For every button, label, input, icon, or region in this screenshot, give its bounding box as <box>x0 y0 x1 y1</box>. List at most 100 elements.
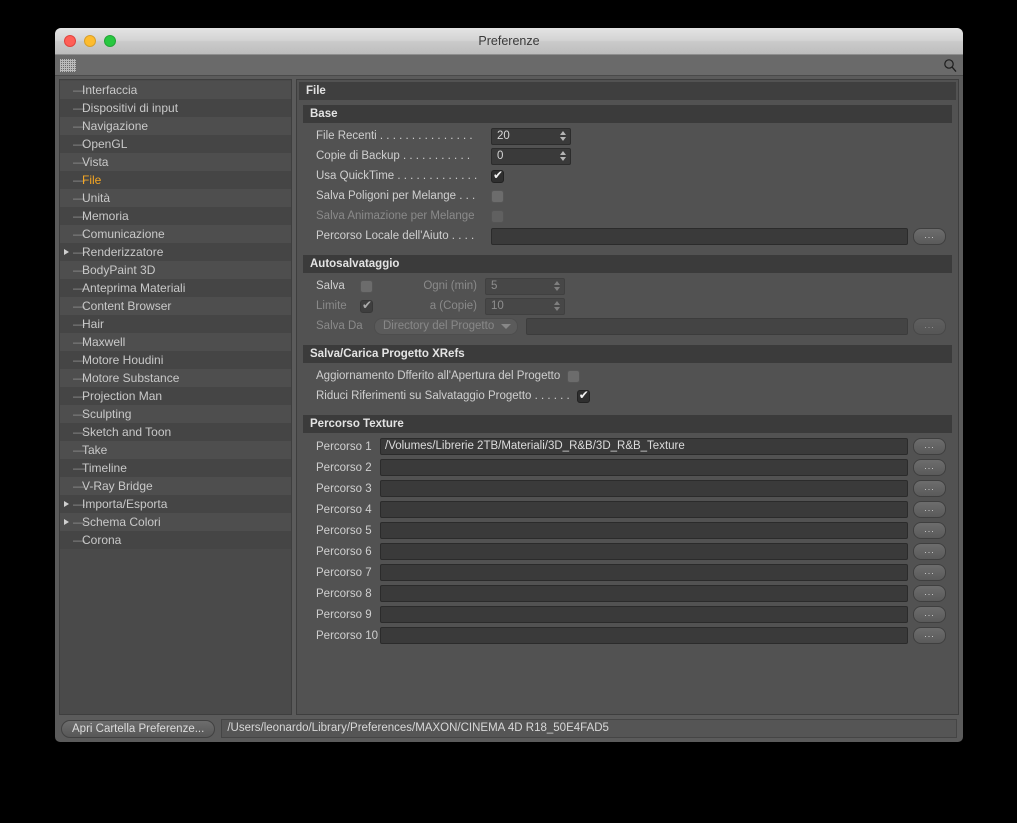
sidebar-item-motore-houdini[interactable]: —Motore Houdini <box>60 351 291 369</box>
drag-grip-handle[interactable] <box>60 59 76 72</box>
number-stepper[interactable]: 10 <box>485 297 565 315</box>
sidebar-item-importa-esporta[interactable]: —Importa/Esporta <box>60 495 291 513</box>
texture-path-input[interactable] <box>380 564 908 581</box>
sidebar-item-maxwell[interactable]: —Maxwell <box>60 333 291 351</box>
sidebar-item-interfaccia[interactable]: —Interfaccia <box>60 81 291 99</box>
expand-arrow-icon[interactable] <box>64 519 69 525</box>
number-stepper[interactable]: 20 <box>491 127 571 145</box>
checkbox-toggle[interactable] <box>491 168 504 183</box>
tree-connector-icon: — <box>73 83 85 97</box>
browse-button[interactable]: ... <box>913 227 946 245</box>
setting-label: Salva Animazione per Melange <box>316 210 475 222</box>
stepper-arrows-icon[interactable] <box>560 130 566 141</box>
sidebar-item-opengl[interactable]: —OpenGL <box>60 135 291 153</box>
settings-groups: Base File Recenti . . . . . . . . . . . .… <box>297 105 958 650</box>
texture-path-row: Percorso 3... <box>303 478 952 499</box>
checkbox-toggle[interactable] <box>491 209 504 223</box>
texture-path-row: Percorso 2... <box>303 457 952 478</box>
texture-path-input[interactable] <box>380 501 908 518</box>
browse-button[interactable]: ... <box>913 543 946 560</box>
sidebar-item-unit[interactable]: —Unità <box>60 189 291 207</box>
texture-path-input[interactable] <box>380 585 908 602</box>
browse-button[interactable]: ... <box>913 459 946 476</box>
search-bar[interactable] <box>55 55 963 76</box>
sidebar-item-renderizzatore[interactable]: —Renderizzatore <box>60 243 291 261</box>
texture-path-input[interactable] <box>380 543 908 560</box>
checkbox-toggle[interactable] <box>576 388 590 403</box>
tree-connector-icon: — <box>73 209 85 223</box>
path-label: Percorso 1 <box>316 440 372 453</box>
browse-button[interactable]: ... <box>913 585 946 602</box>
texture-path-row: Percorso 5... <box>303 520 952 541</box>
sidebar-item-timeline[interactable]: —Timeline <box>60 459 291 477</box>
stepper-value: 20 <box>497 130 510 142</box>
texture-path-input[interactable] <box>380 480 908 497</box>
browse-button[interactable]: ... <box>913 317 946 335</box>
open-preferences-folder-button[interactable]: Apri Cartella Preferenze... <box>61 719 216 738</box>
tree-connector-icon: — <box>73 353 85 367</box>
sidebar-item-take[interactable]: —Take <box>60 441 291 459</box>
checkbox-toggle[interactable] <box>360 279 373 293</box>
browse-button[interactable]: ... <box>913 606 946 623</box>
sidebar-item-bodypaint-3d[interactable]: —BodyPaint 3D <box>60 261 291 279</box>
number-stepper[interactable]: 0 <box>491 147 571 165</box>
tree-connector-icon: — <box>73 425 85 439</box>
texture-path-input[interactable] <box>380 459 908 476</box>
save-location-dropdown[interactable]: Directory del Progetto <box>374 317 519 335</box>
sidebar-item-content-browser[interactable]: —Content Browser <box>60 297 291 315</box>
tree-connector-icon: — <box>73 191 85 205</box>
browse-button[interactable]: ... <box>913 627 946 644</box>
sidebar-item-motore-substance[interactable]: —Motore Substance <box>60 369 291 387</box>
sidebar-item-label: Dispositivi di input <box>82 101 179 115</box>
texture-path-input[interactable] <box>380 522 908 539</box>
preferences-sidebar[interactable]: —Interfaccia —Dispositivi di input —Naviga… <box>59 79 292 715</box>
sidebar-item-v-ray-bridge[interactable]: —V-Ray Bridge <box>60 477 291 495</box>
sidebar-item-hair[interactable]: —Hair <box>60 315 291 333</box>
tree-connector-icon: — <box>73 389 85 403</box>
path-label: Percorso 8 <box>316 587 372 600</box>
browse-button[interactable]: ... <box>913 564 946 581</box>
expand-arrow-icon[interactable] <box>64 501 69 507</box>
sidebar-item-corona[interactable]: —Corona <box>60 531 291 549</box>
sidebar-item-sketch-and-toon[interactable]: —Sketch and Toon <box>60 423 291 441</box>
browse-button[interactable]: ... <box>913 501 946 518</box>
sidebar-item-label: Motore Substance <box>82 371 180 385</box>
checkbox-toggle[interactable] <box>567 369 581 383</box>
checkbox-toggle[interactable] <box>491 189 504 203</box>
path-input[interactable] <box>526 317 908 335</box>
texture-path-input[interactable] <box>380 606 908 623</box>
number-stepper[interactable]: 5 <box>485 277 565 295</box>
search-icon[interactable] <box>943 58 957 73</box>
group-body: File Recenti . . . . . . . . . . . . . .… <box>303 123 952 250</box>
stepper-arrows-icon[interactable] <box>554 300 560 311</box>
sidebar-item-comunicazione[interactable]: —Comunicazione <box>60 225 291 243</box>
browse-button[interactable]: ... <box>913 480 946 497</box>
sidebar-item-label: Sketch and Toon <box>82 425 172 439</box>
expand-arrow-icon[interactable] <box>64 249 69 255</box>
browse-button[interactable]: ... <box>913 522 946 539</box>
setting-row: Salva Poligoni per Melange . . . <box>303 186 952 206</box>
sidebar-item-memoria[interactable]: —Memoria <box>60 207 291 225</box>
sidebar-item-projection-man[interactable]: —Projection Man <box>60 387 291 405</box>
stepper-arrows-icon[interactable] <box>554 280 560 291</box>
path-label: Percorso 9 <box>316 608 372 621</box>
sidebar-item-label: Take <box>82 443 108 457</box>
setting-row: Riduci Riferimenti su Salvataggio Proget… <box>303 386 952 406</box>
texture-path-input[interactable] <box>380 627 908 644</box>
preferences-tree: —Interfaccia —Dispositivi di input —Naviga… <box>60 80 291 549</box>
sidebar-item-dispositivi-di-input[interactable]: —Dispositivi di input <box>60 99 291 117</box>
sidebar-item-vista[interactable]: —Vista <box>60 153 291 171</box>
sidebar-item-schema-colori[interactable]: —Schema Colori <box>60 513 291 531</box>
text-input[interactable] <box>491 227 908 245</box>
sidebar-item-file[interactable]: —File <box>60 171 291 189</box>
setting-label: Salva Poligoni per Melange . . . <box>316 190 476 202</box>
stepper-arrows-icon[interactable] <box>560 150 566 161</box>
setting-label: a (Copie) <box>429 300 477 312</box>
browse-button[interactable]: ... <box>913 438 946 455</box>
checkbox-toggle[interactable] <box>360 298 373 313</box>
texture-path-input[interactable]: /Volumes/Librerie 2TB/Materiali/3D_R&B/3… <box>380 438 908 455</box>
sidebar-item-navigazione[interactable]: —Navigazione <box>60 117 291 135</box>
sidebar-item-label: Sculpting <box>82 407 132 421</box>
sidebar-item-anteprima-materiali[interactable]: —Anteprima Materiali <box>60 279 291 297</box>
sidebar-item-sculpting[interactable]: —Sculpting <box>60 405 291 423</box>
